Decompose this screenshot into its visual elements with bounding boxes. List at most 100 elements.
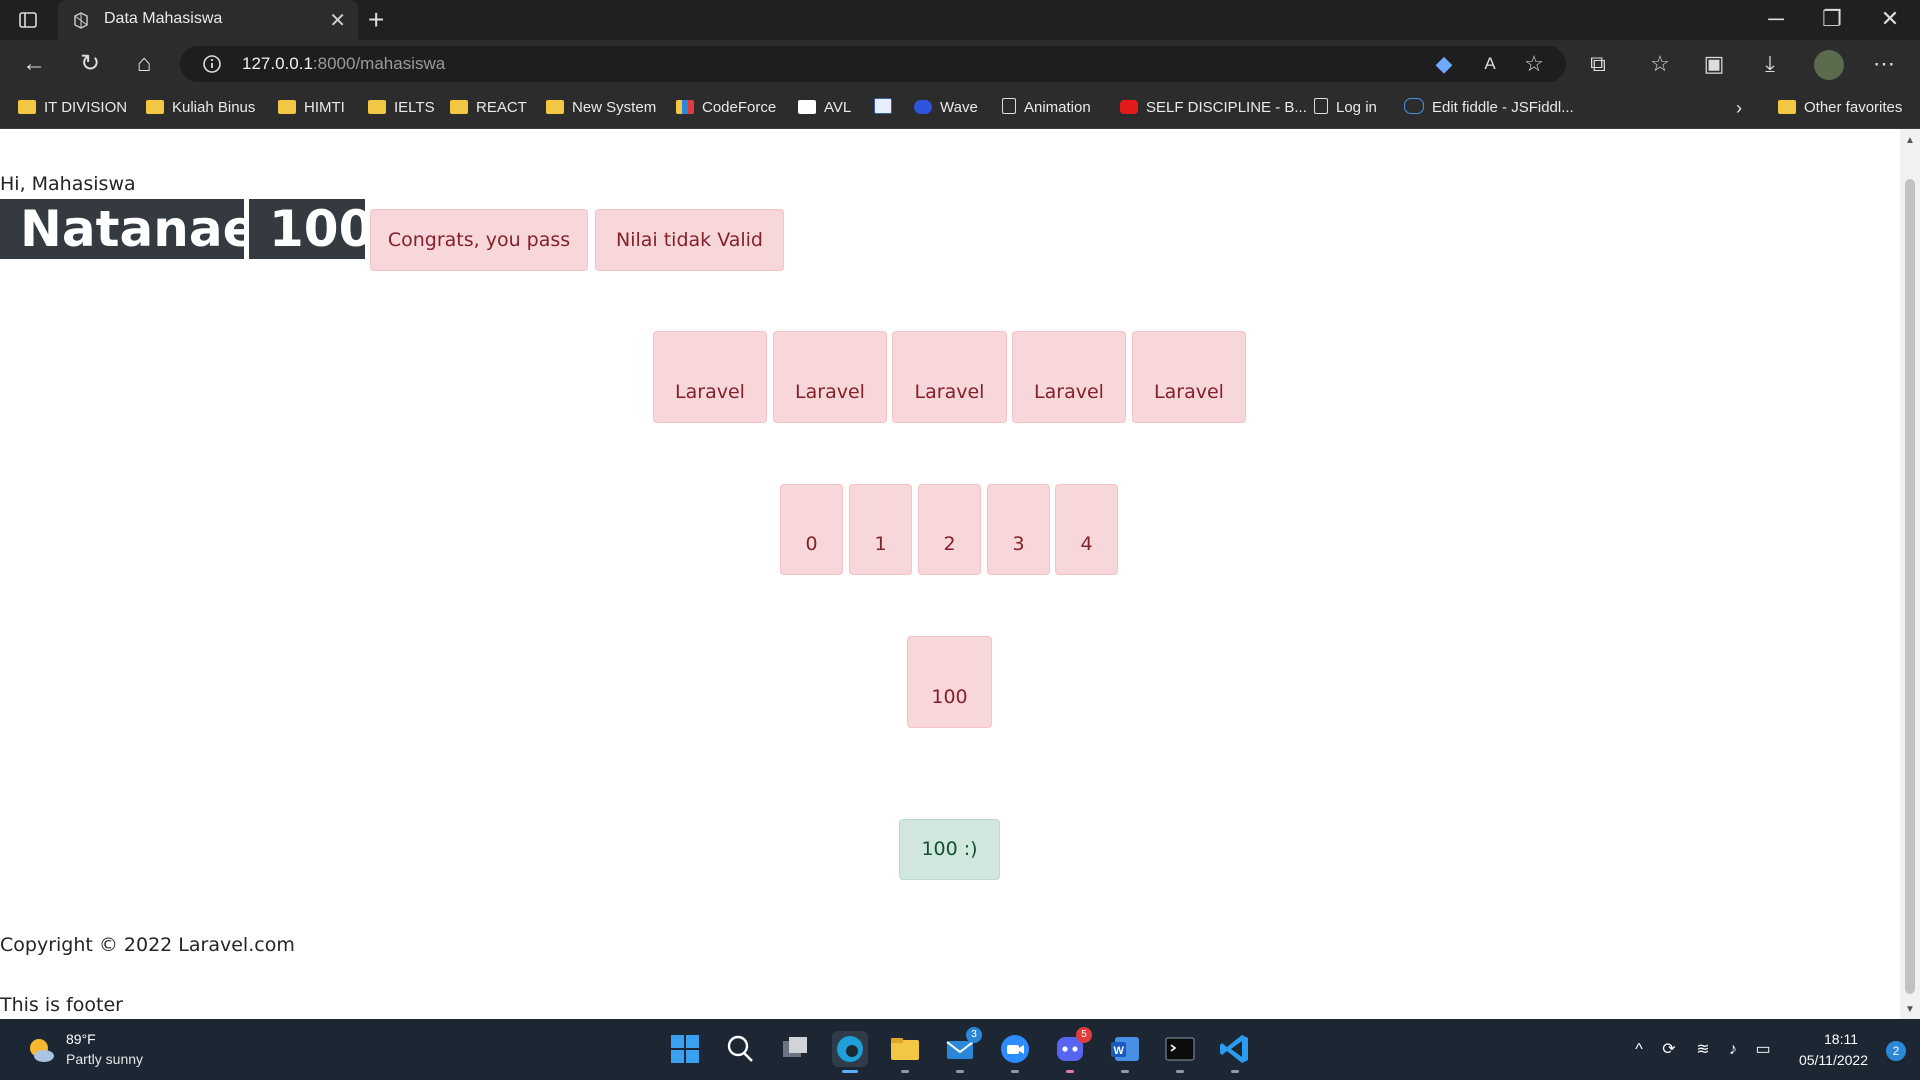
bookmark-react[interactable]: REACT [450, 96, 527, 120]
folder-icon [891, 1038, 919, 1060]
weather-temperature[interactable]: 89°F [66, 1031, 96, 1047]
more-bookmarks-chevron-icon[interactable]: › [1736, 96, 1742, 120]
wifi-icon[interactable]: ≋ [1692, 1039, 1714, 1061]
weather-description[interactable]: Partly sunny [66, 1051, 143, 1067]
site-info-icon[interactable] [202, 54, 222, 74]
folder-icon [450, 100, 468, 114]
bookmark-jsfiddle[interactable]: Edit fiddle - JSFiddl... [1404, 96, 1574, 120]
new-tab-icon[interactable]: + [368, 4, 384, 36]
bookmark-ielts[interactable]: IELTS [368, 96, 435, 120]
tab-title: Data Mahasiswa [104, 10, 223, 27]
taskbar-edge[interactable] [832, 1031, 868, 1073]
scrollbar-thumb[interactable] [1905, 179, 1915, 994]
bookmark-it-division[interactable]: IT DIVISION [18, 96, 127, 120]
collections-icon[interactable]: ▣ [1700, 50, 1728, 78]
score-badge: 100 [249, 199, 373, 259]
taskbar-zoom[interactable] [997, 1031, 1033, 1073]
mail-badge: 3 [966, 1027, 982, 1043]
greeting-text: Hi, Mahasiswa [0, 173, 136, 195]
task-view-button[interactable] [777, 1031, 813, 1067]
youtube-icon [1120, 100, 1138, 114]
coupon-icon[interactable]: ◆ [1430, 50, 1458, 78]
bookmark-codeforce[interactable]: CodeForce [676, 96, 776, 120]
zoom-icon [1001, 1035, 1029, 1063]
laravel-box: Laravel [1012, 331, 1126, 423]
taskbar-terminal[interactable] [1162, 1031, 1198, 1073]
clock-time[interactable]: 18:11 [1824, 1031, 1858, 1047]
running-indicator [1231, 1070, 1239, 1073]
bookmark-unnamed[interactable] [874, 96, 900, 120]
taskbar-discord[interactable]: 5 [1052, 1027, 1092, 1073]
pass-alert: Congrats, you pass [370, 209, 588, 271]
url-input[interactable]: 127.0.0.1:8000/mahasiswa ◆ A ☆ [180, 46, 1566, 82]
laravel-box: Laravel [773, 331, 887, 423]
taskbar-mail[interactable]: 3 [942, 1027, 982, 1073]
running-indicator [1176, 1070, 1184, 1073]
folder-icon [368, 100, 386, 114]
home-icon[interactable]: ⌂ [130, 50, 158, 78]
favorites-icon[interactable]: ☆ [1646, 50, 1674, 78]
word-icon: W [1111, 1037, 1139, 1061]
refresh-icon[interactable]: ↻ [76, 50, 104, 78]
footer-text: This is footer [0, 994, 123, 1016]
index-box: 0 [780, 484, 843, 575]
scroll-up-icon[interactable]: ▲ [1905, 135, 1915, 146]
search-button[interactable] [722, 1031, 758, 1067]
document-blue-icon [874, 98, 892, 114]
profile-avatar[interactable] [1814, 50, 1844, 80]
running-indicator [1011, 1070, 1019, 1073]
active-indicator [842, 1070, 858, 1073]
more-icon[interactable]: ⋯ [1870, 50, 1898, 78]
bookmark-log-in[interactable]: Log in [1314, 96, 1377, 120]
partly-sunny-icon[interactable] [26, 1035, 56, 1065]
taskbar: 89°F Partly sunny 3 5 W ^ ⟳ ≋ ♪ ▭ 18:11 … [0, 1019, 1920, 1080]
folder-icon [1778, 100, 1796, 114]
laravel-box: Laravel [653, 331, 767, 423]
index-box: 2 [918, 484, 981, 575]
volume-icon[interactable]: ♪ [1722, 1039, 1744, 1061]
add-favorite-icon[interactable]: ☆ [1520, 50, 1548, 78]
bookmark-self-discipline[interactable]: SELF DISCIPLINE - B... [1120, 96, 1307, 120]
tab-actions-icon[interactable] [18, 10, 38, 30]
battery-icon[interactable]: ▭ [1752, 1039, 1774, 1061]
running-indicator [956, 1070, 964, 1073]
tab-bar: Data Mahasiswa ✕ + ─ ❐ ✕ [0, 0, 1920, 40]
show-hidden-icons-chevron-icon[interactable]: ^ [1628, 1039, 1650, 1061]
vscode-icon [1220, 1035, 1248, 1063]
clock-date[interactable]: 05/11/2022 [1799, 1052, 1868, 1068]
bookmark-wave[interactable]: Wave [914, 96, 978, 120]
scroll-down-icon[interactable]: ▼ [1905, 1004, 1915, 1015]
score-box: 100 [907, 636, 992, 728]
bookmark-other-favorites[interactable]: Other favorites [1778, 96, 1902, 120]
taskbar-word[interactable]: W [1107, 1031, 1143, 1073]
notifications-badge[interactable]: 2 [1886, 1041, 1906, 1061]
page-icon [1314, 98, 1328, 114]
taskbar-vscode[interactable] [1217, 1031, 1253, 1073]
minimize-icon[interactable]: ─ [1756, 6, 1796, 32]
index-box: 3 [987, 484, 1050, 575]
start-button[interactable] [667, 1031, 703, 1067]
bookmark-himti[interactable]: HIMTI [278, 96, 345, 120]
edge-icon [837, 1036, 863, 1062]
running-indicator [1066, 1070, 1074, 1073]
sync-icon[interactable]: ⟳ [1658, 1039, 1680, 1061]
back-icon[interactable]: ← [20, 50, 48, 78]
close-tab-icon[interactable]: ✕ [329, 8, 346, 33]
bookmark-animation[interactable]: Animation [1002, 96, 1091, 120]
bookmark-new-system[interactable]: New System [546, 96, 656, 120]
close-window-icon[interactable]: ✕ [1870, 6, 1910, 32]
page-icon [1002, 98, 1016, 114]
laravel-box: Laravel [892, 331, 1007, 423]
read-aloud-icon[interactable]: A [1476, 50, 1504, 78]
discord-badge: 5 [1076, 1027, 1092, 1043]
bookmark-kuliah-binus[interactable]: Kuliah Binus [146, 96, 255, 120]
restore-icon[interactable]: ❐ [1812, 6, 1852, 32]
folder-icon [18, 100, 36, 114]
page-scrollbar[interactable]: ▲ ▼ [1900, 129, 1920, 1019]
taskbar-file-explorer[interactable] [887, 1031, 923, 1073]
extensions-icon[interactable]: ⧉ [1584, 50, 1612, 78]
browser-tab[interactable]: Data Mahasiswa ✕ [58, 0, 358, 40]
downloads-icon[interactable]: ⤓ [1756, 50, 1784, 78]
search-icon [727, 1035, 753, 1062]
bookmark-avl[interactable]: AVL [798, 96, 851, 120]
